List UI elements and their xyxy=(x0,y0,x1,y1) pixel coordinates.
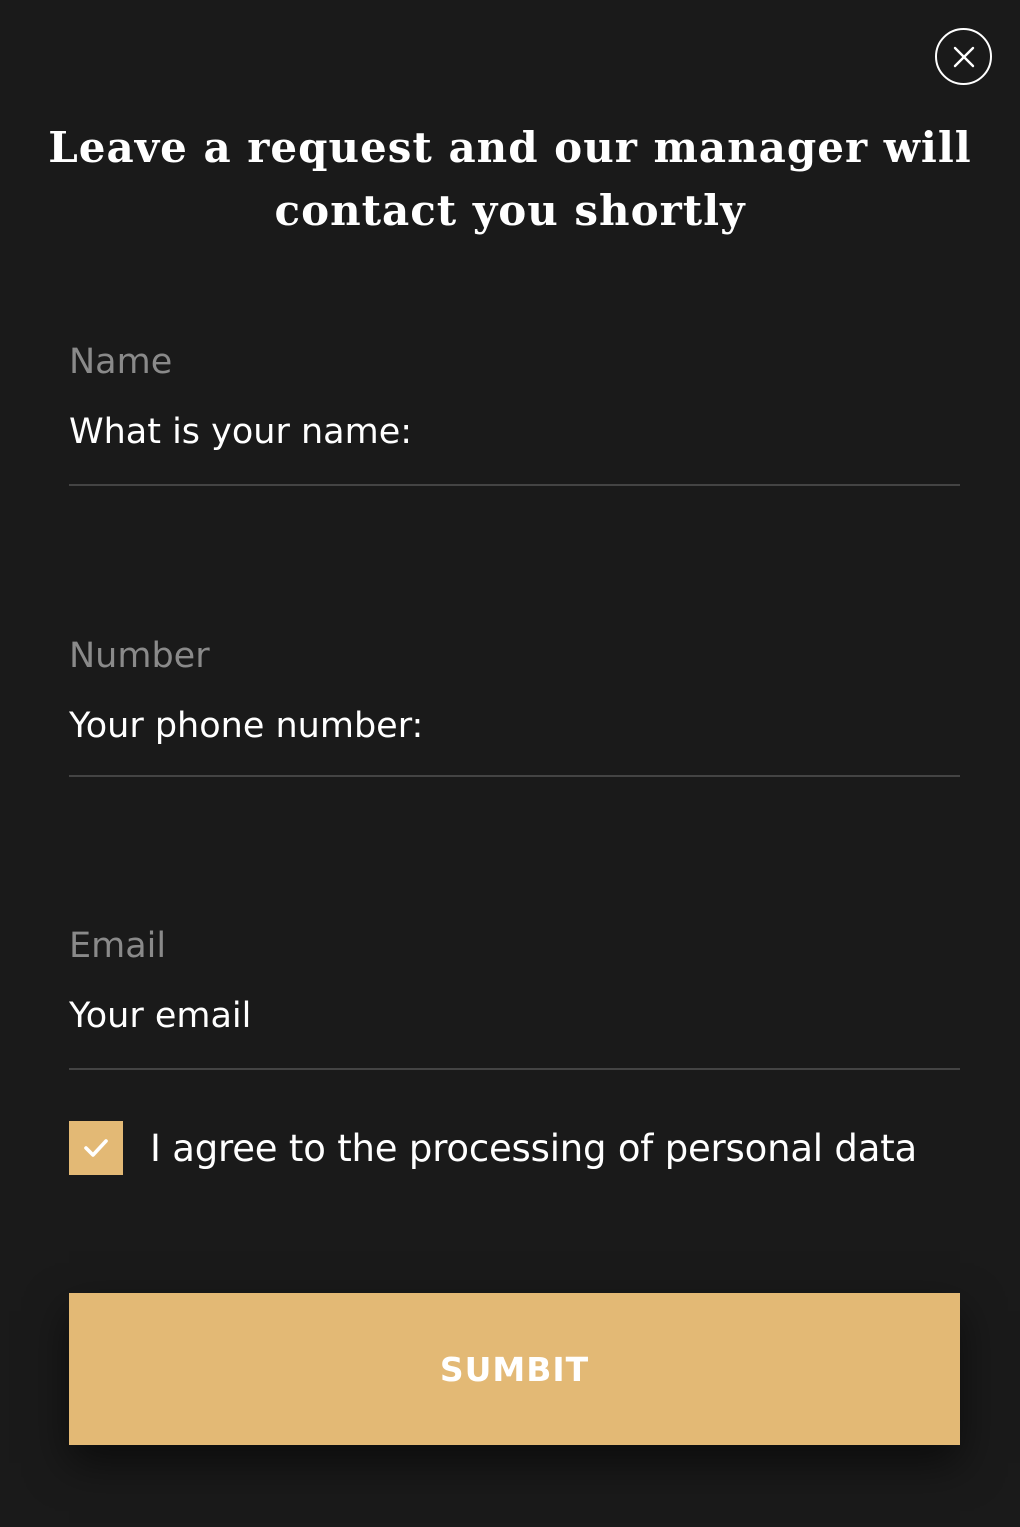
agree-checkbox[interactable] xyxy=(69,1121,123,1175)
number-field: Number xyxy=(69,634,960,777)
submit-button[interactable]: SUMBIT xyxy=(69,1293,960,1445)
email-label: Email xyxy=(69,926,167,966)
phone-input[interactable] xyxy=(69,704,960,777)
agree-row: I agree to the processing of personal da… xyxy=(69,1121,917,1175)
modal-title: Leave a request and our manager will con… xyxy=(48,123,972,235)
close-icon xyxy=(953,46,974,67)
close-button[interactable] xyxy=(935,28,992,85)
number-label: Number xyxy=(69,636,210,676)
name-input[interactable] xyxy=(69,410,960,486)
name-label: Name xyxy=(69,342,173,382)
email-field: Email xyxy=(69,924,960,1070)
name-field: Name xyxy=(69,340,960,486)
checkmark-icon xyxy=(84,1139,108,1157)
agree-label[interactable]: I agree to the processing of personal da… xyxy=(150,1127,917,1170)
email-input[interactable] xyxy=(69,994,960,1070)
